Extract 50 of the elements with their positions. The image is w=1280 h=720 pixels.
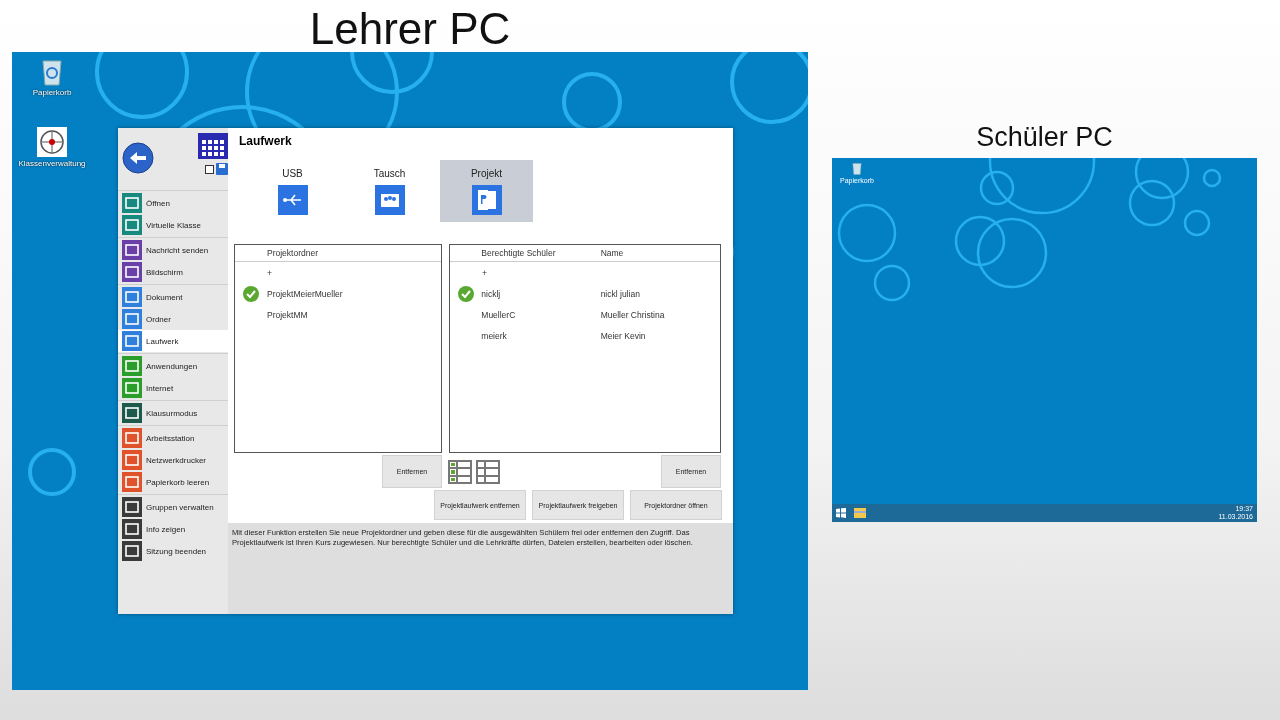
sidebar-item[interactable]: Info zeigen xyxy=(118,518,228,540)
desktop-icon-label[interactable]: Klassenverwaltung xyxy=(18,159,86,168)
list-cell[interactable]: nickl julian xyxy=(600,288,720,299)
list-cell[interactable]: Meier Kevin xyxy=(600,330,720,341)
column-header[interactable]: Projektordner xyxy=(267,248,319,258)
checklist-icon[interactable] xyxy=(448,459,472,484)
sidebar-item[interactable]: Papierkorb leeren xyxy=(118,471,228,493)
page-title: Schüler PC xyxy=(976,121,1113,154)
list-cell[interactable]: ProjektMeierMueller xyxy=(267,288,343,299)
sidebar-item[interactable]: Klausurmodus xyxy=(118,402,228,424)
column-header[interactable]: Berechtigte Schüler xyxy=(481,248,601,258)
list-cell[interactable]: ProjektMM xyxy=(267,309,308,320)
document-icon xyxy=(471,185,502,215)
usb-icon xyxy=(277,185,308,215)
add-row[interactable]: + xyxy=(482,267,487,278)
list-icon[interactable] xyxy=(476,459,500,484)
sidebar-item[interactable]: Bildschirm xyxy=(118,261,228,283)
app-icon[interactable] xyxy=(37,127,67,157)
list-cell[interactable]: MuellerC xyxy=(481,309,601,320)
page-title: Lehrer PC xyxy=(309,3,511,52)
drive-tab[interactable]: Tausch xyxy=(343,160,436,222)
list-cell[interactable]: Mueller Christina xyxy=(600,309,720,320)
list-cell[interactable]: meierk xyxy=(481,330,601,341)
checkbox[interactable] xyxy=(205,164,214,174)
drive-tab[interactable]: Projekt xyxy=(440,160,533,222)
sidebar-item[interactable]: Gruppen verwalten xyxy=(118,496,228,518)
recycle-bin-icon[interactable] xyxy=(39,58,65,86)
sidebar-item[interactable]: Arbeitsstation xyxy=(118,427,228,449)
list-cell[interactable]: nicklj xyxy=(481,288,601,299)
drive-tab[interactable]: USB xyxy=(246,160,339,222)
sidebar-item[interactable]: Internet xyxy=(118,377,228,399)
sidebar-item[interactable]: Anwendungen xyxy=(118,355,228,377)
back-button[interactable] xyxy=(122,142,154,174)
page-heading: Laufwerk xyxy=(238,134,293,150)
sidebar-item[interactable]: Sitzung beenden xyxy=(118,540,228,562)
calendar-icon[interactable] xyxy=(198,133,228,159)
sidebar-item[interactable]: Ordner xyxy=(118,308,228,330)
column-header[interactable]: Name xyxy=(600,248,720,258)
sidebar-item[interactable]: Nachricht senden xyxy=(118,239,228,261)
sidebar-item[interactable]: Netzwerkdrucker xyxy=(118,449,228,471)
people-folder-icon xyxy=(374,185,405,215)
sidebar-item[interactable]: Laufwerk xyxy=(118,330,228,352)
sidebar-item[interactable]: Virtuelle Klasse xyxy=(118,214,228,236)
desktop-icon-label[interactable]: Papierkorb xyxy=(32,88,72,97)
add-row[interactable]: + xyxy=(267,267,272,278)
windows-logo-icon[interactable] xyxy=(836,508,846,518)
recycle-bin-icon[interactable] xyxy=(850,162,863,175)
sidebar-item[interactable]: Dokument xyxy=(118,286,228,308)
sidebar-item[interactable]: Öffnen xyxy=(118,192,228,214)
save-icon[interactable] xyxy=(216,163,228,175)
